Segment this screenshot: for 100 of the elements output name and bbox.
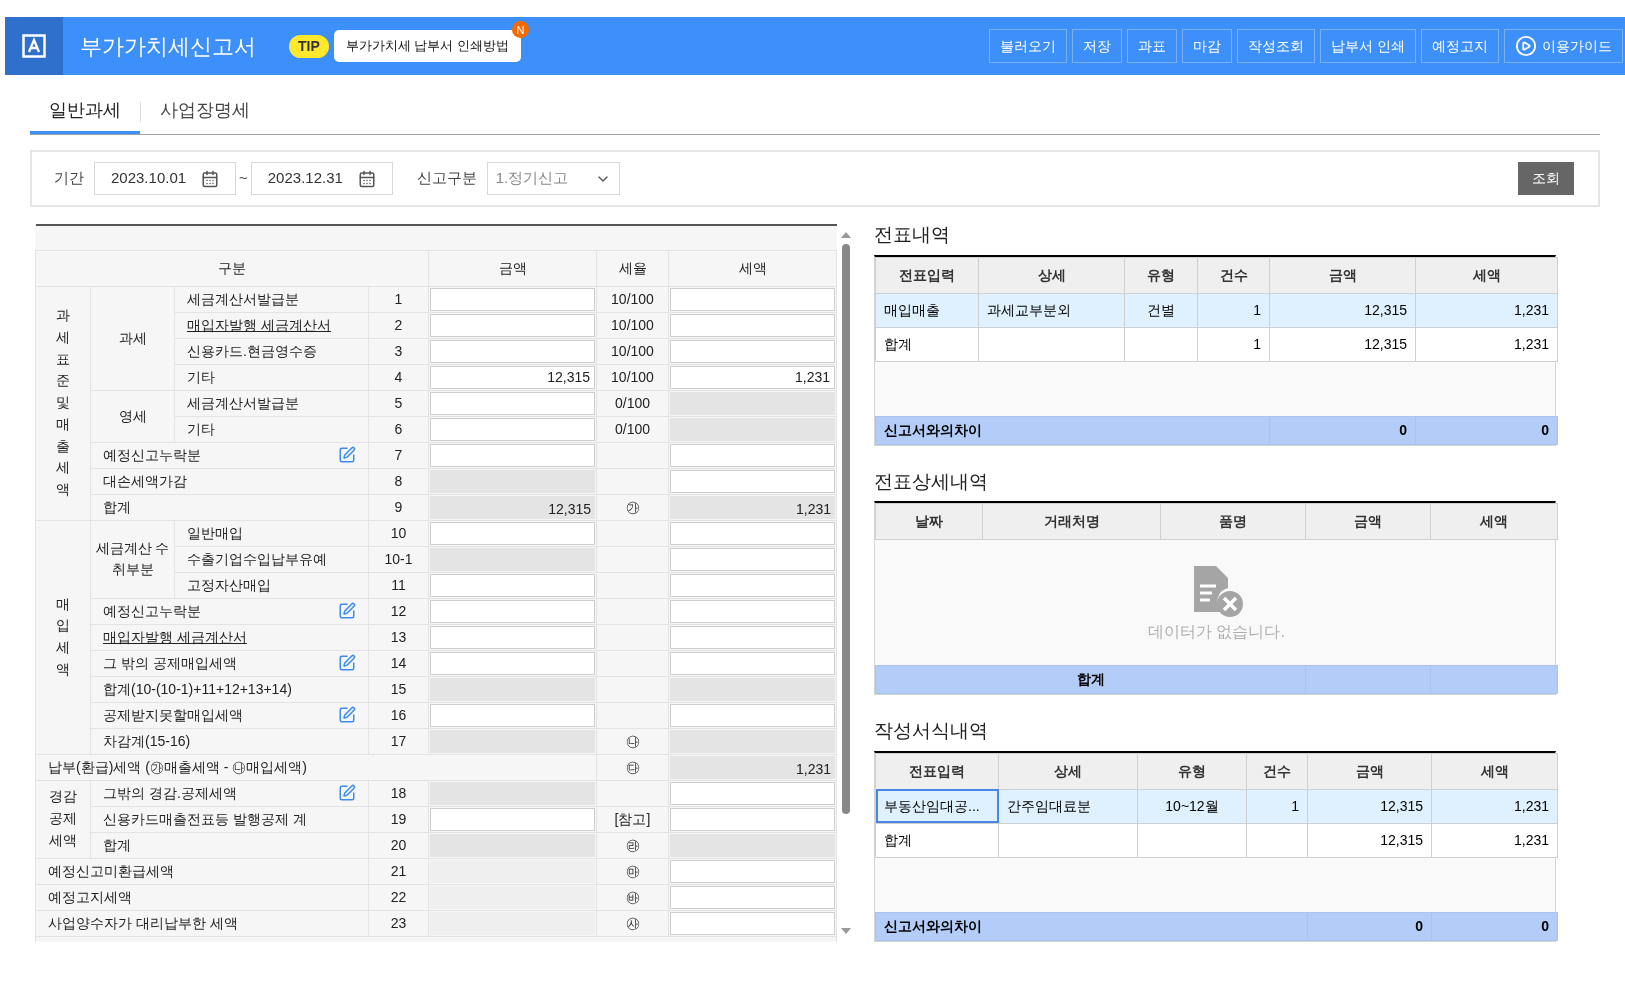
- tab[interactable]: 사업장명세: [141, 90, 269, 134]
- amount-field[interactable]: [430, 599, 595, 623]
- amount-field[interactable]: [430, 625, 595, 649]
- tax-field[interactable]: [670, 339, 835, 363]
- tax-field[interactable]: [670, 807, 835, 831]
- table-cell: 간주임대료분: [1007, 797, 1091, 814]
- tax-rate: 0/100: [614, 394, 650, 411]
- tax-field[interactable]: [670, 885, 835, 909]
- tax-field[interactable]: [670, 287, 835, 311]
- tax-field[interactable]: [670, 911, 835, 935]
- row-label: 차감계(15-16): [103, 731, 191, 751]
- row-label: 신용카드매출전표등 발행공제 계: [103, 809, 307, 829]
- amount-field[interactable]: [430, 339, 595, 363]
- row-label: 일반매입: [187, 523, 243, 543]
- amount-field[interactable]: [430, 651, 595, 675]
- row-label: 그 밖의 공제매입세액: [103, 653, 237, 673]
- table-cell: 12,315: [1364, 335, 1407, 352]
- tax-field[interactable]: [670, 573, 835, 597]
- table-row[interactable]: 합계 1 12,315 1,231: [875, 327, 1558, 361]
- tax-field[interactable]: [670, 651, 835, 675]
- tab[interactable]: 일반과세: [30, 90, 140, 134]
- tax-field[interactable]: [670, 859, 835, 883]
- edit-icon[interactable]: [338, 654, 356, 672]
- table-cell: 과세교부분외: [987, 301, 1071, 318]
- footer-amount: 0: [1415, 917, 1423, 934]
- amount-field[interactable]: [430, 417, 595, 441]
- search-button[interactable]: 조회: [1518, 162, 1574, 195]
- table-cell: 합계: [884, 335, 912, 352]
- line-number: 5: [394, 394, 403, 411]
- amount-field[interactable]: [430, 703, 595, 727]
- tax-field[interactable]: [670, 469, 835, 493]
- line-number: 15: [390, 680, 407, 697]
- amount-field[interactable]: 12,315: [430, 365, 595, 389]
- tax-field[interactable]: [670, 547, 835, 571]
- amount-field[interactable]: [430, 521, 595, 545]
- tax-rate: [참고]: [614, 810, 651, 827]
- section-title: 전표내역: [874, 223, 951, 247]
- column-header: 상세: [1054, 762, 1082, 779]
- edit-icon[interactable]: [338, 706, 356, 724]
- column-header: 건수: [1219, 266, 1248, 283]
- row-label: 예정신고누락분: [103, 445, 201, 465]
- line-number: 12: [390, 602, 407, 619]
- tax-field[interactable]: [670, 521, 835, 545]
- line-number: 14: [390, 654, 407, 671]
- line-number: 1: [394, 290, 403, 307]
- table-row[interactable]: 합계 12,315 1,231: [875, 823, 1558, 857]
- tax-field[interactable]: [670, 313, 835, 337]
- table-cell: 1,231: [1513, 831, 1549, 848]
- end-date-field[interactable]: 2023.12.31: [250, 162, 393, 195]
- start-date-field[interactable]: 2023.10.01: [94, 162, 236, 195]
- line-number: 16: [390, 706, 407, 723]
- table-cell: 1,231: [1513, 797, 1549, 814]
- column-header: 구분: [218, 259, 246, 276]
- row-label: 대손세액가감: [103, 471, 187, 491]
- table-cell: 1,231: [1513, 301, 1549, 318]
- calendar-icon[interactable]: [357, 169, 376, 188]
- row-label: 사업양수자가 대리납부한 세액: [48, 913, 238, 933]
- amount-field[interactable]: [430, 391, 595, 415]
- footer-label: 신고서와의차이: [884, 421, 982, 438]
- amount-field[interactable]: [430, 807, 595, 831]
- amount-field[interactable]: [430, 573, 595, 597]
- section-title: 작성서식내역: [874, 719, 989, 743]
- amount-field[interactable]: [430, 287, 595, 311]
- tax-field[interactable]: [670, 703, 835, 727]
- table-row[interactable]: 매입매출 과세교부분외 건별 1 12,315 1,231: [875, 293, 1558, 327]
- line-number: 23: [390, 914, 407, 931]
- table-cell: 합계: [884, 831, 912, 848]
- tax-field[interactable]: [670, 625, 835, 649]
- tax-field[interactable]: 1,231: [670, 365, 835, 389]
- report-type-dropdown[interactable]: 1.정기신고: [486, 162, 620, 195]
- calendar-icon[interactable]: [201, 169, 219, 188]
- table-cell: 1: [1253, 335, 1261, 352]
- amount-field[interactable]: [430, 313, 595, 337]
- tax-rate: ㉲: [625, 862, 640, 879]
- tax-field[interactable]: [670, 599, 835, 623]
- line-number: 20: [390, 836, 407, 853]
- edit-icon[interactable]: [338, 446, 356, 464]
- column-header: 상세: [1037, 266, 1066, 283]
- edit-icon[interactable]: [338, 784, 356, 802]
- tax-field[interactable]: [670, 781, 835, 805]
- table-cell: 12,315: [1380, 831, 1423, 848]
- line-number: 9: [394, 498, 403, 515]
- row-label: 기타: [187, 367, 215, 387]
- amount-field[interactable]: [430, 443, 595, 467]
- line-number: 18: [390, 784, 407, 801]
- line-number: 17: [390, 732, 407, 749]
- row-label: 그밖의 경감.공제세액: [103, 783, 237, 803]
- table-row[interactable]: 부동산임대공... 간주임대료분 10~12월 1 12,315 1,231: [875, 789, 1558, 823]
- form-link[interactable]: 매입자발행 세금계산서: [103, 626, 247, 648]
- disabled-field: 1,231: [670, 495, 835, 519]
- footer-label: 신고서와의차이: [884, 917, 982, 934]
- table-cell: 부동산임대공...: [884, 797, 980, 814]
- row-label: 예정신고미환급세액: [48, 861, 174, 881]
- form-link[interactable]: 매입자발행 세금계산서: [187, 314, 331, 336]
- tax-field[interactable]: [670, 443, 835, 467]
- edit-icon[interactable]: [338, 602, 356, 620]
- line-number: 7: [394, 446, 403, 463]
- tax-rate: ㉴: [625, 914, 640, 931]
- row-label: 납부(환급)세액 (㉮매출세액 - ㉯매입세액): [48, 758, 307, 775]
- column-header: 금액: [1328, 266, 1357, 283]
